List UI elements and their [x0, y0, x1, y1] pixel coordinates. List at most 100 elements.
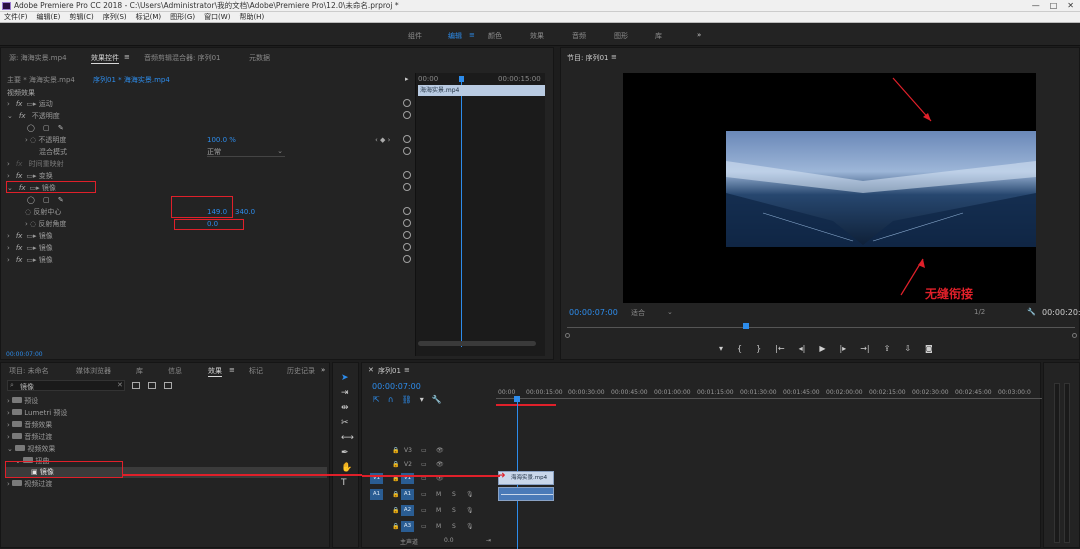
solo-button[interactable]: S: [452, 523, 456, 530]
audio-clip[interactable]: [498, 487, 554, 501]
play-icon[interactable]: ▸: [405, 75, 409, 83]
program-monitor-title[interactable]: 节目: 序列01: [567, 53, 609, 63]
reset-icon[interactable]: [403, 147, 411, 155]
tab-info[interactable]: 信息: [168, 366, 182, 376]
mute-button[interactable]: M: [436, 523, 441, 530]
tree-item-video-effects[interactable]: ⌄ 视频效果: [7, 444, 55, 455]
mark-out-icon[interactable]: }: [756, 344, 761, 356]
blend-mode-select[interactable]: 正常 ⌄: [207, 147, 285, 157]
microphone-icon[interactable]: 🎙: [466, 523, 474, 530]
search-input[interactable]: ⌕ 镜像 ✕: [7, 380, 125, 391]
monitor-scrubber[interactable]: [567, 327, 1075, 328]
effect-row-mirror-2[interactable]: › fx ▭▸ 镜像: [7, 231, 53, 242]
track-target-a3[interactable]: A3: [401, 521, 414, 532]
reflection-center-y[interactable]: 340.0: [235, 207, 255, 218]
workspace-overflow[interactable]: »: [697, 31, 701, 39]
mute-button[interactable]: M: [436, 491, 441, 498]
reset-icon[interactable]: [403, 207, 411, 215]
sync-lock-icon[interactable]: ▭: [421, 491, 427, 498]
add-marker-icon[interactable]: ▾: [420, 395, 424, 404]
sync-lock-icon[interactable]: ▭: [421, 507, 427, 514]
reset-icon[interactable]: [403, 135, 411, 143]
lock-icon[interactable]: 🔒: [392, 461, 399, 468]
reset-icon[interactable]: [403, 183, 411, 191]
menu-sequence[interactable]: 序列(S): [103, 12, 127, 22]
menu-help[interactable]: 帮助(H): [239, 12, 264, 22]
menu-graphics[interactable]: 图形(G): [170, 12, 195, 22]
effect-row-motion[interactable]: › fx ▭▸ 运动: [7, 99, 53, 110]
clear-search-icon[interactable]: ✕: [117, 381, 123, 389]
sync-lock-icon[interactable]: ▭: [421, 447, 427, 454]
menu-clip[interactable]: 剪辑(C): [69, 12, 93, 22]
lock-icon[interactable]: 🔒: [392, 523, 399, 530]
scroll-handle-left[interactable]: [565, 333, 570, 338]
tab-media-browser[interactable]: 媒体浏览器: [76, 366, 111, 376]
menu-marker[interactable]: 标记(M): [136, 12, 162, 22]
slip-tool-icon[interactable]: ⟷: [341, 433, 354, 443]
tab-project[interactable]: 项目: 未命名: [9, 366, 49, 376]
solo-button[interactable]: S: [452, 491, 456, 498]
reset-icon[interactable]: [403, 171, 411, 179]
hand-tool-icon[interactable]: ✋: [341, 463, 354, 473]
chevron-down-icon[interactable]: ⌄: [667, 308, 673, 316]
solo-button[interactable]: S: [452, 507, 456, 514]
yuv-effects-icon[interactable]: [164, 382, 172, 389]
workspace-editing[interactable]: 编辑: [448, 31, 462, 41]
scroll-handle-right[interactable]: [1072, 333, 1077, 338]
fit-dropdown[interactable]: 适合: [631, 308, 645, 318]
master-clip-label[interactable]: 主要 * 海海实景.mp4: [7, 75, 75, 85]
step-back-icon[interactable]: ◂|: [799, 344, 806, 356]
tab-markers[interactable]: 标记: [249, 366, 263, 376]
effect-controls-timecode[interactable]: 00:00:07:00: [6, 351, 43, 358]
tab-effect-controls[interactable]: 效果控件: [91, 53, 119, 64]
keyframe-nav-icon[interactable]: ‹ ◆ ›: [375, 135, 390, 146]
eye-icon[interactable]: 👁: [436, 447, 444, 454]
video-frame[interactable]: 无缝衔接: [623, 73, 1036, 303]
track-target-a2[interactable]: A2: [401, 505, 414, 516]
play-icon[interactable]: ▶: [819, 344, 825, 356]
effect-row-time-remap[interactable]: › fx 时间重映射: [7, 159, 64, 170]
menu-edit[interactable]: 编辑(E): [37, 12, 61, 22]
close-icon[interactable]: ✕: [368, 366, 374, 374]
overflow-icon[interactable]: »: [321, 366, 325, 374]
mask-tools[interactable]: ◯ ▢ ✎: [27, 195, 67, 206]
reset-icon[interactable]: [403, 255, 411, 263]
lock-icon[interactable]: 🔒: [392, 447, 399, 454]
snap-icon[interactable]: ∩: [388, 395, 394, 404]
lift-icon[interactable]: ⇪: [884, 344, 891, 356]
clip-reference-label[interactable]: 序列01 * 海海实景.mp4: [93, 75, 170, 85]
mini-clip-bar[interactable]: 海海实景.mp4: [418, 85, 545, 96]
tab-effects[interactable]: 效果: [208, 366, 222, 377]
tree-item-audio-transitions[interactable]: › 音频过渡: [7, 432, 52, 443]
tab-source[interactable]: 源: 海海实景.mp4: [9, 53, 67, 63]
maximize-icon[interactable]: □: [1050, 0, 1058, 12]
workspace-effects[interactable]: 效果: [530, 31, 544, 41]
track-target-a1[interactable]: A1: [401, 489, 414, 500]
source-patch-a1[interactable]: A1: [370, 489, 383, 500]
extract-icon[interactable]: ⇩: [904, 344, 911, 356]
opacity-value[interactable]: 100.0 %: [207, 135, 236, 146]
tab-libraries[interactable]: 库: [136, 366, 143, 376]
tab-metadata[interactable]: 元数据: [249, 53, 270, 63]
tree-item-lumetri[interactable]: › Lumetri 预设: [7, 408, 67, 419]
tab-history[interactable]: 历史记录: [287, 366, 315, 376]
add-marker-icon[interactable]: ▾: [719, 344, 723, 356]
export-frame-icon[interactable]: ◙: [925, 344, 933, 356]
sync-lock-icon[interactable]: ▭: [421, 461, 427, 468]
nest-icon[interactable]: ⇱: [373, 395, 380, 404]
go-to-in-icon[interactable]: |←: [775, 344, 784, 356]
32bit-effects-icon[interactable]: [148, 382, 156, 389]
mask-tools[interactable]: ◯ ▢ ✎: [27, 123, 67, 134]
go-to-end-icon[interactable]: ⇥: [486, 537, 491, 544]
minimize-icon[interactable]: —: [1032, 0, 1040, 12]
tree-item-presets[interactable]: › 预设: [7, 396, 38, 407]
workspace-color[interactable]: 颜色: [488, 31, 502, 41]
sync-lock-icon[interactable]: ▭: [421, 523, 427, 530]
wrench-icon[interactable]: 🔧: [432, 395, 442, 404]
menu-window[interactable]: 窗口(W): [204, 12, 230, 22]
menu-file[interactable]: 文件(F): [4, 12, 28, 22]
mark-in-icon[interactable]: {: [737, 344, 742, 356]
lock-icon[interactable]: 🔒: [392, 491, 399, 498]
timeline-title[interactable]: 序列01: [378, 366, 401, 376]
razor-tool-icon[interactable]: ✂: [341, 418, 354, 428]
